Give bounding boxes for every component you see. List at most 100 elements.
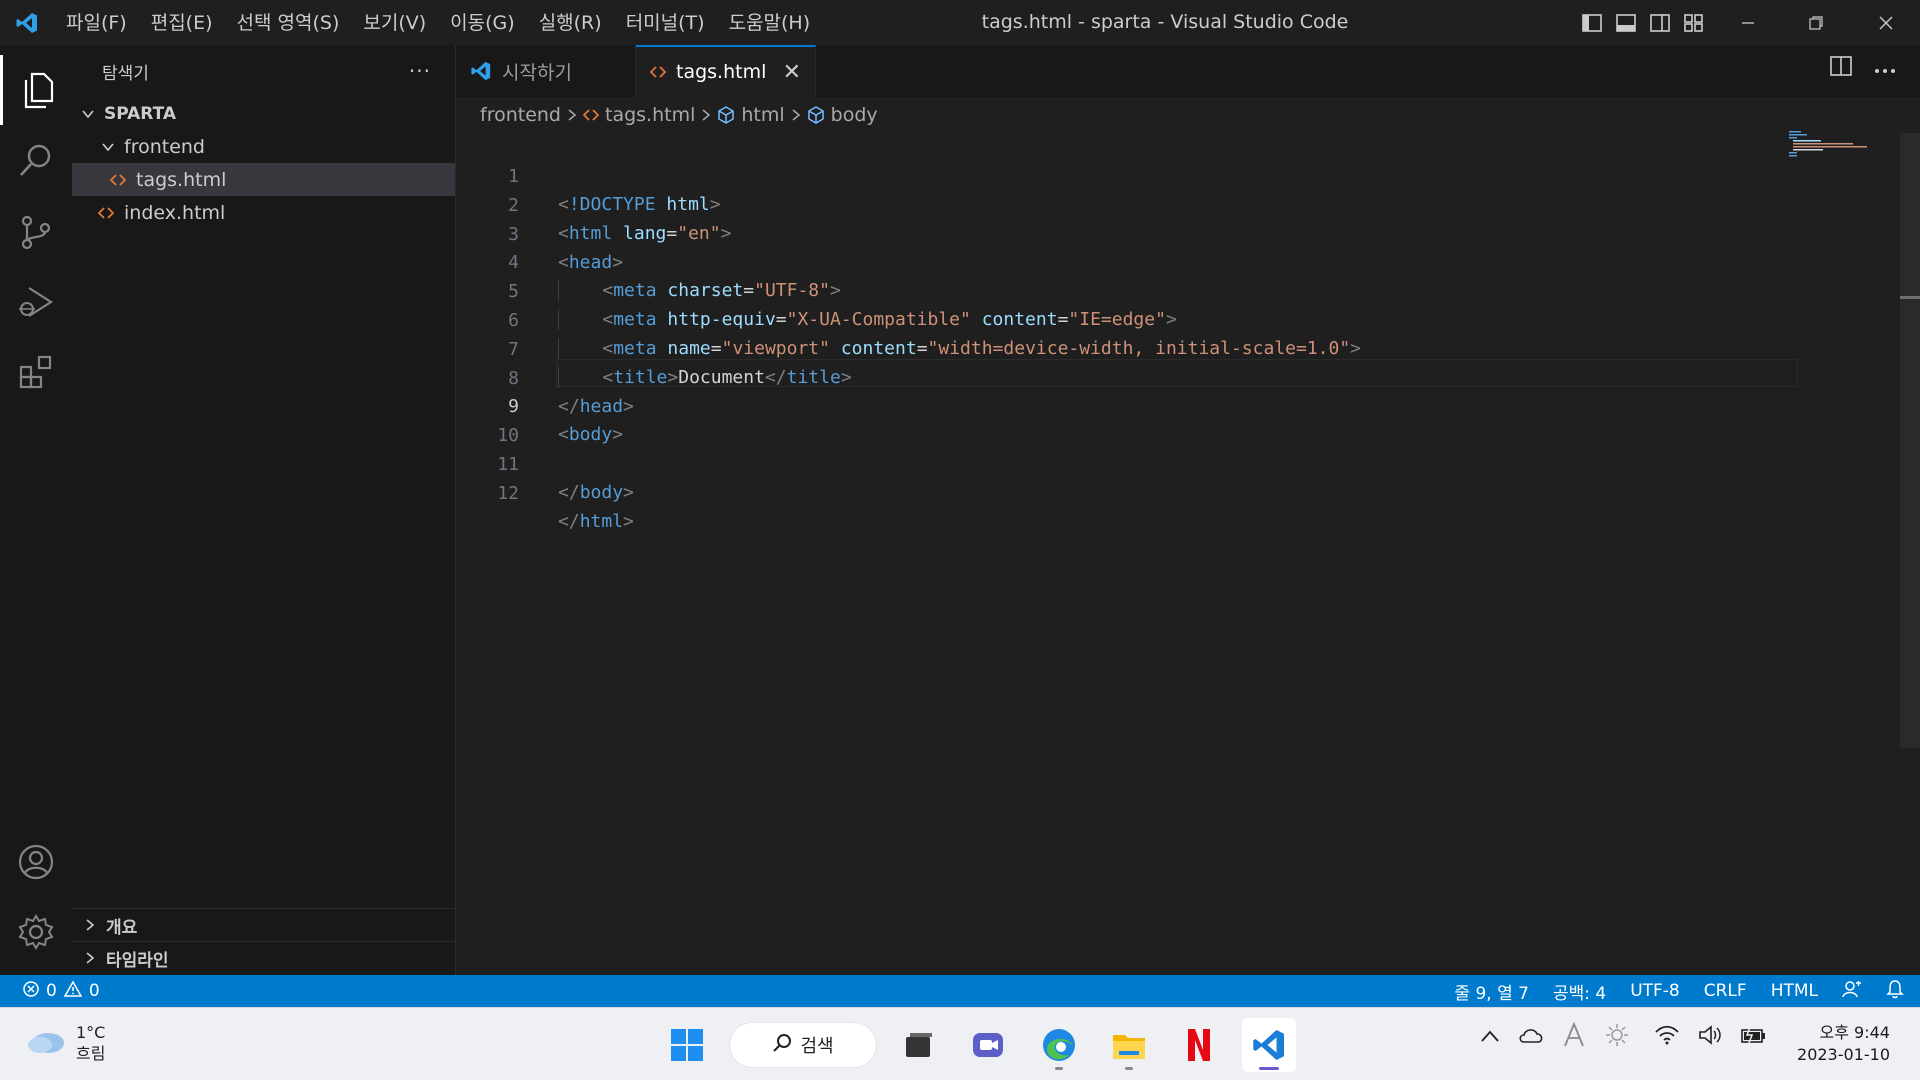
- code-line[interactable]: 11 </body>: [456, 423, 1856, 503]
- toggle-primary-sidebar-icon[interactable]: [1578, 9, 1606, 37]
- code-line[interactable]: 8 </head>: [456, 337, 1856, 417]
- minimap[interactable]: [1787, 129, 1869, 159]
- live-share-icon[interactable]: [1842, 980, 1862, 1003]
- weather-temp: 1°C: [76, 1023, 106, 1042]
- editor-tabs: 시작하기 tags.html ✕: [456, 45, 1920, 97]
- menu-edit[interactable]: 편집(E): [139, 7, 225, 39]
- minimize-icon[interactable]: [1714, 0, 1782, 45]
- customize-layout-icon[interactable]: [1680, 9, 1708, 37]
- menu-view[interactable]: 보기(V): [351, 7, 438, 39]
- breadcrumb-item[interactable]: body: [807, 104, 878, 126]
- workspace-root[interactable]: SPARTA: [72, 97, 455, 130]
- volume-icon[interactable]: [1698, 1025, 1722, 1049]
- menu-selection[interactable]: 선택 영역(S): [225, 7, 352, 39]
- code-line[interactable]: 2 <html lang="en">: [456, 164, 1856, 244]
- language-mode[interactable]: HTML: [1771, 981, 1818, 1001]
- outline-section[interactable]: 개요: [72, 908, 455, 941]
- code-line[interactable]: 6 <meta name="viewport" content="width=d…: [456, 279, 1856, 359]
- weather-widget[interactable]: 1°C 흐림: [26, 1022, 105, 1064]
- tree-item-frontend[interactable]: frontend: [72, 130, 455, 163]
- wifi-icon[interactable]: [1654, 1025, 1680, 1049]
- status-bar: 0 0 줄 9, 열 7 공백: 4 UTF-8 CRLF HTML: [0, 975, 1920, 1007]
- code-editor[interactable]: 1 <!DOCTYPE html> 2 <html lang="en"> 3 <…: [456, 131, 1920, 975]
- tree-item-label: tags.html: [136, 168, 227, 191]
- file-explorer-icon[interactable]: [1102, 1018, 1156, 1072]
- tab-label: tags.html: [676, 61, 767, 83]
- html-file-icon: [96, 206, 116, 219]
- notifications-bell-icon[interactable]: [1886, 979, 1904, 1004]
- tree-item-tags-html[interactable]: tags.html: [72, 163, 455, 196]
- breadcrumb-item[interactable]: html: [717, 104, 785, 126]
- workspace-root-label: SPARTA: [104, 103, 177, 124]
- timeline-section[interactable]: 타임라인: [72, 941, 455, 974]
- brightness-icon[interactable]: [1604, 1022, 1630, 1052]
- start-button[interactable]: [660, 1018, 714, 1072]
- code-line[interactable]: 5 <meta http-equiv="X-UA-Compatible" con…: [456, 250, 1856, 330]
- search-icon[interactable]: [0, 125, 72, 195]
- breadcrumb-item[interactable]: tags.html: [583, 104, 695, 126]
- split-editor-icon[interactable]: [1830, 56, 1852, 80]
- cursor-position[interactable]: 줄 9, 열 7: [1454, 979, 1529, 1004]
- menu-help[interactable]: 도움말(H): [717, 7, 823, 39]
- error-count: 0: [46, 981, 57, 1001]
- breadcrumb: frontend tags.html html body: [456, 97, 1920, 133]
- toggle-secondary-sidebar-icon[interactable]: [1646, 9, 1674, 37]
- battery-icon[interactable]: [1740, 1025, 1766, 1049]
- chevron-up-icon[interactable]: [1480, 1028, 1500, 1047]
- overview-ruler-cursor: [1900, 296, 1920, 299]
- menu-run[interactable]: 실행(R): [527, 7, 614, 39]
- scrollbar-thumb[interactable]: [1900, 133, 1920, 748]
- section-label: 타임라인: [106, 950, 169, 971]
- tab-welcome[interactable]: 시작하기: [456, 45, 636, 97]
- code-line[interactable]: 7 <title>Document</title>: [456, 308, 1856, 388]
- tab-tags-html[interactable]: tags.html ✕: [636, 45, 816, 97]
- code-line[interactable]: 4 <meta charset="UTF-8">: [456, 221, 1856, 301]
- ime-icon[interactable]: [1562, 1021, 1586, 1052]
- encoding[interactable]: UTF-8: [1630, 981, 1680, 1001]
- code-line[interactable]: 1 <!DOCTYPE html>: [456, 135, 1856, 215]
- task-view-icon[interactable]: [892, 1018, 946, 1072]
- running-indicator: [1125, 1067, 1133, 1070]
- run-debug-icon[interactable]: [0, 267, 72, 337]
- taskbar-search[interactable]: 검색: [730, 1023, 876, 1067]
- edge-browser-icon[interactable]: [1032, 1018, 1086, 1072]
- title-bar: 파일(F) 편집(E) 선택 영역(S) 보기(V) 이동(G) 실행(R) 터…: [0, 0, 1920, 45]
- vertical-scrollbar[interactable]: [1900, 133, 1920, 975]
- explorer-more-actions[interactable]: ···: [409, 59, 431, 83]
- menu-go[interactable]: 이동(G): [438, 7, 527, 39]
- code-line[interactable]: 9 <body>: [456, 365, 1856, 445]
- close-tab-icon[interactable]: ✕: [783, 60, 801, 85]
- settings-gear-icon[interactable]: [0, 897, 72, 967]
- tree-item-label: index.html: [124, 201, 226, 224]
- breadcrumb-label: html: [741, 104, 785, 126]
- toggle-panel-icon[interactable]: [1612, 9, 1640, 37]
- explorer-icon[interactable]: [0, 55, 72, 125]
- accounts-icon[interactable]: [0, 827, 72, 897]
- system-clock[interactable]: 오후 9:44 2023-01-10: [1797, 1022, 1890, 1066]
- menu-terminal[interactable]: 터미널(T): [614, 7, 717, 39]
- html-file-icon: [650, 66, 666, 78]
- source-control-icon[interactable]: [0, 197, 72, 267]
- breadcrumb-item[interactable]: frontend: [480, 104, 561, 126]
- system-tray: [1480, 1021, 1766, 1052]
- code-line[interactable]: 10: [456, 394, 1856, 446]
- onedrive-cloud-icon[interactable]: [1518, 1026, 1544, 1048]
- breadcrumb-label: body: [830, 104, 878, 126]
- code-line[interactable]: 12 </html>: [456, 452, 1856, 532]
- end-of-line[interactable]: CRLF: [1704, 981, 1747, 1001]
- weather-condition: 흐림: [76, 1044, 106, 1063]
- extensions-icon[interactable]: [0, 337, 72, 407]
- indentation[interactable]: 공백: 4: [1553, 979, 1606, 1004]
- restore-icon[interactable]: [1782, 0, 1850, 45]
- problems-indicator[interactable]: 0 0: [0, 979, 100, 1003]
- more-actions-icon[interactable]: [1874, 59, 1896, 78]
- menu-file[interactable]: 파일(F): [54, 7, 139, 39]
- netflix-icon[interactable]: [1172, 1018, 1226, 1072]
- line-number: 12: [497, 483, 519, 504]
- teams-chat-icon[interactable]: [962, 1018, 1016, 1072]
- tree-item-index-html[interactable]: index.html: [72, 196, 455, 229]
- code-line[interactable]: 3 <head>: [456, 193, 1856, 273]
- error-icon: [22, 980, 40, 1003]
- vscode-taskbar-icon[interactable]: [1242, 1018, 1296, 1072]
- close-window-icon[interactable]: [1852, 0, 1920, 45]
